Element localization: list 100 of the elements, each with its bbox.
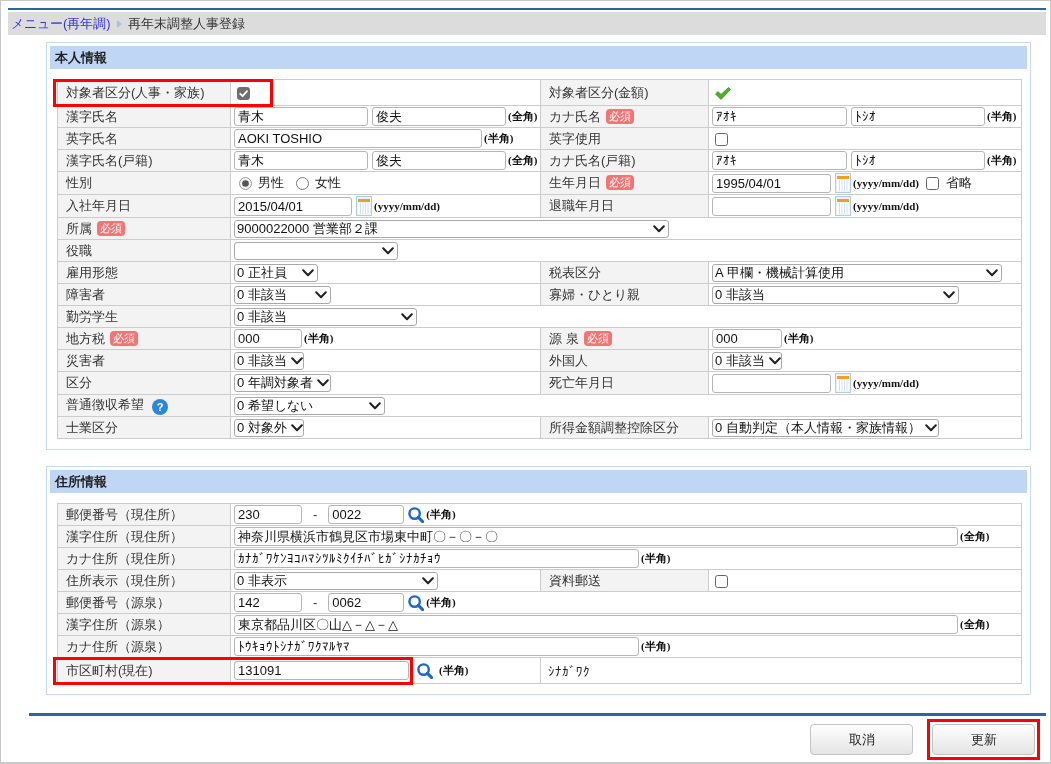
dropdown[interactable]: 0 非該当 (234, 307, 417, 326)
dropdown[interactable]: 0 非表示 (234, 571, 438, 590)
dropdown[interactable]: 0 非該当 (234, 285, 331, 304)
field-label: 役職 (66, 242, 92, 258)
format-hint: (半角) (987, 153, 1017, 168)
format-hint: (半角) (784, 331, 814, 346)
field-label: 対象者区分(金額) (549, 84, 649, 100)
format-hint: (全角) (960, 529, 990, 544)
format-hint: (半角) (304, 331, 334, 346)
section-header: 本人情報 (50, 46, 1027, 69)
required-label: 必須 (606, 108, 634, 124)
field-label: 漢字住所（源泉） (66, 616, 170, 632)
dropdown[interactable]: 0 対象外 (234, 418, 304, 437)
text-field[interactable]: 俊夫 (372, 151, 506, 170)
text-field[interactable]: 青木 (234, 107, 368, 126)
text-field[interactable]: 青木 (234, 151, 368, 170)
field-label: 災害者 (66, 352, 105, 368)
date-field[interactable] (712, 373, 831, 393)
format-hint: (yyyy/mm/dd) (853, 200, 919, 212)
format-hint: (半角) (484, 131, 514, 146)
text-field[interactable]: 000 (234, 329, 302, 348)
field-label: カナ氏名 (549, 108, 601, 124)
chevron-down-icon (943, 290, 955, 299)
search-icon[interactable] (417, 662, 433, 679)
format-hint: (全角) (960, 617, 990, 632)
field-label: 生年月日 (549, 175, 601, 190)
field-label: カナ住所（源泉） (66, 638, 170, 654)
dropdown[interactable]: 9000022000 営業部２課 (234, 219, 669, 238)
field-label: 入社年月日 (66, 198, 131, 213)
separator-text: - (312, 507, 319, 522)
field-label: 漢字氏名 (66, 108, 118, 124)
cancel-button[interactable]: 取消 (810, 724, 913, 755)
field-label: 漢字住所（現住所） (66, 528, 183, 544)
dropdown[interactable]: 0 正社員 (234, 263, 318, 282)
field-label: カナ住所（現住所） (66, 550, 183, 566)
help-icon[interactable]: ? (152, 399, 168, 415)
dropdown[interactable]: 0 希望しない (234, 396, 385, 415)
radio-button[interactable] (296, 176, 309, 190)
dropdown[interactable]: 0 非該当 (234, 351, 304, 370)
field-label: 英字使用 (549, 130, 601, 146)
required-label: 必須 (97, 220, 125, 236)
field-label: 普通徴収希望 (66, 397, 144, 412)
chevron-down-icon (369, 401, 381, 410)
text-field[interactable]: 神奈川県横浜市鶴見区市場東中町〇－〇－〇 (234, 527, 958, 546)
field-label: 住所表示（現住所） (66, 572, 183, 588)
checkbox[interactable] (715, 575, 728, 589)
field-label: 所得金額調整控除区分 (549, 419, 679, 435)
dropdown[interactable]: 0 年調対象者 (234, 374, 331, 392)
triangle-icon (116, 19, 122, 28)
format-hint: (全角) (508, 109, 538, 124)
dropdown[interactable]: 0 非該当 (712, 285, 959, 304)
field-label: 外国人 (549, 352, 588, 368)
dropdown[interactable]: A 甲欄・機械計算使用 (712, 263, 1002, 282)
field-label: 所属 (66, 220, 92, 236)
radio-label[interactable]: 男性 (258, 174, 284, 192)
text-field[interactable]: 0062 (328, 593, 405, 612)
text-field[interactable]: ｶﾅｶﾞﾜｹﾝﾖｺﾊﾏｼﾂﾙﾐｸｲﾁﾊﾞﾋｶﾞｼﾅｶﾁｮｳ (234, 549, 639, 568)
dropdown[interactable]: 0 非該当 (712, 351, 782, 370)
dropdown[interactable]: 0 自動判定（本人情報・家族情報） (712, 418, 939, 437)
date-field[interactable] (712, 196, 831, 216)
date-field[interactable]: 1995/04/01 (712, 173, 831, 193)
text-field[interactable]: 230 (234, 505, 302, 524)
text-field[interactable]: ﾄｼｵ (851, 107, 985, 126)
text-field[interactable]: 142 (234, 593, 302, 612)
field-label: 寡婦・ひとり親 (549, 286, 640, 302)
text-field[interactable]: 131091 (234, 661, 409, 680)
text-field[interactable]: 東京都品川区〇山△－△－△ (234, 615, 958, 634)
text-field[interactable]: AOKI TOSHIO (234, 129, 482, 148)
text-field[interactable]: ｱｵｷ (712, 107, 847, 126)
checkbox-label[interactable]: 省略 (946, 174, 972, 192)
format-hint: (半角) (426, 507, 456, 522)
chevron-down-icon (302, 268, 314, 277)
field-label: 死亡年月日 (549, 375, 614, 390)
search-icon[interactable] (408, 506, 425, 523)
format-hint: (yyyy/mm/dd) (853, 377, 919, 389)
field-label: 士業区分 (66, 419, 118, 435)
text-field[interactable]: ﾄｼｵ (851, 151, 985, 170)
radio-button[interactable] (239, 176, 252, 190)
search-icon[interactable] (408, 594, 425, 611)
page-title: 再年末調整人事登録 (127, 14, 245, 33)
text-field[interactable]: ﾄｳｷｮｳﾄｼﾅｶﾞﾜｸﾏﾙﾔﾏ (234, 637, 639, 656)
text-field[interactable]: 000 (712, 329, 782, 348)
format-hint: (yyyy/mm/dd) (374, 200, 440, 212)
checkbox[interactable] (715, 133, 728, 147)
format-hint: (yyyy/mm/dd) (853, 177, 919, 189)
date-field[interactable]: 2015/04/01 (234, 196, 352, 216)
radio-label[interactable]: 女性 (315, 174, 341, 192)
text-field[interactable]: 0022 (328, 505, 405, 524)
checkbox[interactable] (926, 176, 939, 190)
section-header: 住所情報 (50, 470, 1027, 493)
text-field[interactable]: 俊夫 (372, 107, 506, 126)
format-hint: (半角) (439, 663, 469, 678)
chevron-down-icon (924, 423, 937, 432)
update-button[interactable]: 更新 (932, 724, 1035, 755)
text-field[interactable]: ｱｵｷ (712, 151, 847, 170)
field-label: 対象者区分(人事・家族) (66, 84, 205, 100)
chevron-down-icon (422, 576, 434, 585)
field-label: 漢字氏名(戸籍) (66, 152, 153, 168)
breadcrumb-link[interactable]: メニュー(再年調) (11, 14, 111, 33)
chevron-down-icon (315, 290, 327, 299)
